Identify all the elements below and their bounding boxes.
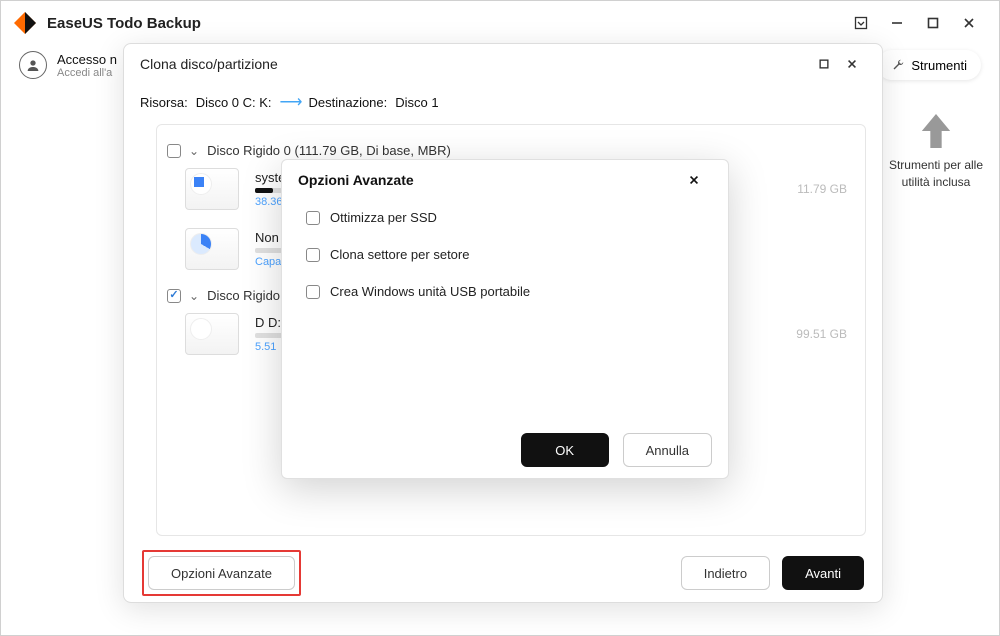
checkbox[interactable] (306, 248, 320, 262)
advanced-modal-title: Opzioni Avanzate (298, 172, 414, 188)
cancel-button-label: Annulla (646, 443, 689, 458)
arrow-right-icon: ⟶ (280, 92, 301, 112)
advanced-options-button[interactable]: Opzioni Avanzate (148, 556, 295, 590)
back-button[interactable]: Indietro (681, 556, 770, 590)
option-sector-clone[interactable]: Clona settore per setore (306, 247, 704, 262)
avatar-icon[interactable] (19, 51, 47, 79)
window-maximize-button[interactable] (915, 9, 951, 37)
disk-icon (185, 168, 239, 210)
dest-value: Disco 1 (395, 95, 438, 110)
advanced-close-button[interactable] (676, 166, 712, 194)
disk-checkbox[interactable] (167, 144, 181, 158)
disk-header-text: Disco Rigido 0 (111.79 GB, Di base, MBR) (207, 143, 451, 158)
disk-icon (185, 228, 239, 270)
source-value: Disco 0 C: K: (196, 95, 272, 110)
app-logo-icon (13, 11, 37, 35)
next-button[interactable]: Avanti (782, 556, 864, 590)
advanced-options-label: Opzioni Avanzate (171, 566, 272, 581)
window-close-button[interactable] (951, 9, 987, 37)
option-label: Ottimizza per SSD (330, 210, 437, 225)
window-dropdown-button[interactable] (843, 9, 879, 37)
advanced-modal-header: Opzioni Avanzate (282, 160, 728, 200)
partition-total: 99.51 GB (796, 327, 847, 341)
advanced-options-list: Ottimizza per SSD Clona settore per seto… (282, 200, 728, 422)
partition-total: 11.79 GB (797, 182, 847, 196)
window-minimize-button[interactable] (879, 9, 915, 37)
ok-button-label: OK (555, 443, 574, 458)
account-text: Accesso n Accedi all'a (57, 52, 117, 79)
source-label: Risorsa: (140, 95, 188, 110)
right-hint: Strumenti per alle utilità inclusa (881, 111, 991, 191)
disk-icon (185, 313, 239, 355)
checkbox[interactable] (306, 285, 320, 299)
app-title: EaseUS Todo Backup (47, 15, 201, 32)
chevron-down-icon[interactable]: ⌄ (189, 144, 199, 158)
titlebar: EaseUS Todo Backup (1, 1, 999, 45)
clone-modal-title: Clona disco/partizione (140, 56, 278, 72)
account-line2: Accedi all'a (57, 67, 117, 79)
option-label: Crea Windows unità USB portabile (330, 284, 530, 299)
ok-button[interactable]: OK (521, 433, 609, 467)
clone-close-button[interactable] (838, 50, 866, 78)
disk-row[interactable]: ⌄ Disco Rigido 0 (111.79 GB, Di base, MB… (167, 143, 847, 158)
clone-path-row: Risorsa: Disco 0 C: K: ⟶ Destinazione: D… (124, 84, 882, 124)
tools-button-label: Strumenti (911, 58, 967, 73)
checkbox[interactable] (306, 211, 320, 225)
advanced-options-highlight: Opzioni Avanzate (142, 550, 301, 596)
option-label: Clona settore per setore (330, 247, 469, 262)
account-line1: Accesso n (57, 52, 117, 67)
cancel-button[interactable]: Annulla (623, 433, 712, 467)
dest-label: Destinazione: (308, 95, 387, 110)
back-button-label: Indietro (704, 566, 747, 581)
right-hint-text: Strumenti per alle utilità inclusa (881, 157, 991, 191)
advanced-options-modal: Opzioni Avanzate Ottimizza per SSD Clona… (281, 159, 729, 479)
clone-modal-header: Clona disco/partizione (124, 44, 882, 84)
tools-button[interactable]: Strumenti (877, 50, 981, 80)
clone-footer: Opzioni Avanzate Indietro Avanti (124, 544, 882, 602)
option-portable-usb[interactable]: Crea Windows unità USB portabile (306, 284, 704, 299)
disk-header-text: Disco Rigido (207, 288, 280, 303)
option-optimize-ssd[interactable]: Ottimizza per SSD (306, 210, 704, 225)
next-button-label: Avanti (805, 566, 841, 581)
arrow-up-icon (881, 111, 991, 151)
disk-checkbox[interactable] (167, 289, 181, 303)
wrench-icon (891, 58, 905, 72)
chevron-down-icon[interactable]: ⌄ (189, 289, 199, 303)
clone-maximize-button[interactable] (810, 50, 838, 78)
advanced-footer: OK Annulla (282, 422, 728, 478)
